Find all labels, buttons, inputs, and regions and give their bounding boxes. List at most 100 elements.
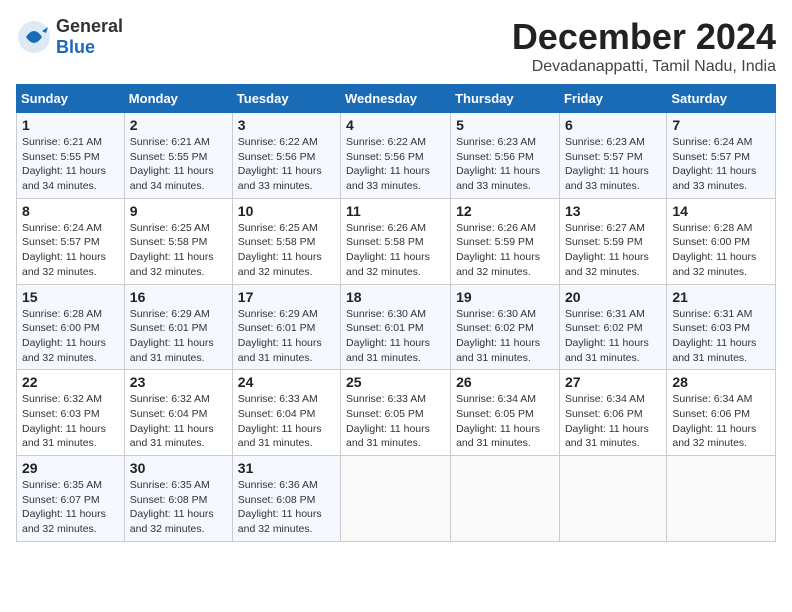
empty-cell xyxy=(667,456,776,542)
day-info-13: Sunrise: 6:27 AM Sunset: 5:59 PM Dayligh… xyxy=(565,221,661,280)
day-number-25: 25 xyxy=(346,374,445,390)
day-number-8: 8 xyxy=(22,203,119,219)
day-number-9: 9 xyxy=(130,203,227,219)
day-info-24: Sunrise: 6:33 AM Sunset: 6:04 PM Dayligh… xyxy=(238,392,335,451)
day-info-6: Sunrise: 6:23 AM Sunset: 5:57 PM Dayligh… xyxy=(565,135,661,194)
calendar-day-3: 3 Sunrise: 6:22 AM Sunset: 5:56 PM Daylig… xyxy=(232,113,340,199)
day-info-1: Sunrise: 6:21 AM Sunset: 5:55 PM Dayligh… xyxy=(22,135,119,194)
day-info-14: Sunrise: 6:28 AM Sunset: 6:00 PM Dayligh… xyxy=(672,221,770,280)
logo: General Blue xyxy=(16,16,123,58)
day-number-5: 5 xyxy=(456,117,554,133)
day-number-2: 2 xyxy=(130,117,227,133)
day-info-23: Sunrise: 6:32 AM Sunset: 6:04 PM Dayligh… xyxy=(130,392,227,451)
day-info-8: Sunrise: 6:24 AM Sunset: 5:57 PM Dayligh… xyxy=(22,221,119,280)
calendar-day-27: 27 Sunrise: 6:34 AM Sunset: 6:06 PM Dayli… xyxy=(559,370,666,456)
col-monday: Monday xyxy=(124,85,232,113)
day-info-12: Sunrise: 6:26 AM Sunset: 5:59 PM Dayligh… xyxy=(456,221,554,280)
day-number-4: 4 xyxy=(346,117,445,133)
calendar-day-23: 23Sunrise: 6:32 AM Sunset: 6:04 PM Dayli… xyxy=(124,370,232,456)
logo-general: General xyxy=(56,16,123,37)
day-info-22: Sunrise: 6:32 AM Sunset: 6:03 PM Dayligh… xyxy=(22,392,119,451)
calendar-day-8: 8 Sunrise: 6:24 AM Sunset: 5:57 PM Daylig… xyxy=(17,198,125,284)
day-number-15: 15 xyxy=(22,289,119,305)
day-number-1: 1 xyxy=(22,117,119,133)
day-info-25: Sunrise: 6:33 AM Sunset: 6:05 PM Dayligh… xyxy=(346,392,445,451)
logo-blue: Blue xyxy=(56,37,95,57)
day-info-9: Sunrise: 6:25 AM Sunset: 5:58 PM Dayligh… xyxy=(130,221,227,280)
calendar-week-5: 29Sunrise: 6:35 AM Sunset: 6:07 PM Dayli… xyxy=(17,456,776,542)
calendar-day-20: 20 Sunrise: 6:31 AM Sunset: 6:02 PM Dayli… xyxy=(559,284,666,370)
day-number-17: 17 xyxy=(238,289,335,305)
day-number-18: 18 xyxy=(346,289,445,305)
calendar-week-2: 8 Sunrise: 6:24 AM Sunset: 5:57 PM Daylig… xyxy=(17,198,776,284)
calendar-day-25: 25 Sunrise: 6:33 AM Sunset: 6:05 PM Dayli… xyxy=(341,370,451,456)
day-info-28: Sunrise: 6:34 AM Sunset: 6:06 PM Dayligh… xyxy=(672,392,770,451)
day-info-20: Sunrise: 6:31 AM Sunset: 6:02 PM Dayligh… xyxy=(565,307,661,366)
day-info-2: Sunrise: 6:21 AM Sunset: 5:55 PM Dayligh… xyxy=(130,135,227,194)
calendar-day-18: 18Sunrise: 6:30 AM Sunset: 6:01 PM Dayli… xyxy=(341,284,451,370)
day-info-10: Sunrise: 6:25 AM Sunset: 5:58 PM Dayligh… xyxy=(238,221,335,280)
calendar-day-7: 7Sunrise: 6:24 AM Sunset: 5:57 PM Daylig… xyxy=(667,113,776,199)
location-title: Devadanappatti, Tamil Nadu, India xyxy=(512,58,776,76)
calendar-day-29: 29Sunrise: 6:35 AM Sunset: 6:07 PM Dayli… xyxy=(17,456,125,542)
day-info-4: Sunrise: 6:22 AM Sunset: 5:56 PM Dayligh… xyxy=(346,135,445,194)
calendar-table: Sunday Monday Tuesday Wednesday Thursday… xyxy=(16,84,776,542)
day-info-27: Sunrise: 6:34 AM Sunset: 6:06 PM Dayligh… xyxy=(565,392,661,451)
day-number-3: 3 xyxy=(238,117,335,133)
day-number-6: 6 xyxy=(565,117,661,133)
calendar-week-3: 15 Sunrise: 6:28 AM Sunset: 6:00 PM Dayli… xyxy=(17,284,776,370)
empty-cell xyxy=(341,456,451,542)
day-info-15: Sunrise: 6:28 AM Sunset: 6:00 PM Dayligh… xyxy=(22,307,119,366)
calendar-week-1: 1 Sunrise: 6:21 AM Sunset: 5:55 PM Daylig… xyxy=(17,113,776,199)
calendar-day-2: 2 Sunrise: 6:21 AM Sunset: 5:55 PM Daylig… xyxy=(124,113,232,199)
calendar-day-30: 30Sunrise: 6:35 AM Sunset: 6:08 PM Dayli… xyxy=(124,456,232,542)
calendar-day-16: 16 Sunrise: 6:29 AM Sunset: 6:01 PM Dayli… xyxy=(124,284,232,370)
day-number-11: 11 xyxy=(346,203,445,219)
day-number-14: 14 xyxy=(672,203,770,219)
calendar-day-14: 14 Sunrise: 6:28 AM Sunset: 6:00 PM Dayli… xyxy=(667,198,776,284)
day-number-21: 21 xyxy=(672,289,770,305)
day-number-16: 16 xyxy=(130,289,227,305)
day-info-19: Sunrise: 6:30 AM Sunset: 6:02 PM Dayligh… xyxy=(456,307,554,366)
calendar-day-11: 11 Sunrise: 6:26 AM Sunset: 5:58 PM Dayli… xyxy=(341,198,451,284)
day-number-31: 31 xyxy=(238,460,335,476)
calendar-day-9: 9 Sunrise: 6:25 AM Sunset: 5:58 PM Daylig… xyxy=(124,198,232,284)
day-number-12: 12 xyxy=(456,203,554,219)
day-info-31: Sunrise: 6:36 AM Sunset: 6:08 PM Dayligh… xyxy=(238,478,335,537)
day-info-16: Sunrise: 6:29 AM Sunset: 6:01 PM Dayligh… xyxy=(130,307,227,366)
day-number-26: 26 xyxy=(456,374,554,390)
calendar-day-26: 26 Sunrise: 6:34 AM Sunset: 6:05 PM Dayli… xyxy=(451,370,560,456)
calendar-day-31: 31 Sunrise: 6:36 AM Sunset: 6:08 PM Dayli… xyxy=(232,456,340,542)
day-number-24: 24 xyxy=(238,374,335,390)
calendar-day-1: 1 Sunrise: 6:21 AM Sunset: 5:55 PM Daylig… xyxy=(17,113,125,199)
empty-cell xyxy=(451,456,560,542)
day-number-20: 20 xyxy=(565,289,661,305)
calendar-day-12: 12 Sunrise: 6:26 AM Sunset: 5:59 PM Dayli… xyxy=(451,198,560,284)
title-block: December 2024 Devadanappatti, Tamil Nadu… xyxy=(512,16,776,76)
day-number-29: 29 xyxy=(22,460,119,476)
day-number-27: 27 xyxy=(565,374,661,390)
day-number-13: 13 xyxy=(565,203,661,219)
logo-icon xyxy=(16,19,52,55)
day-info-26: Sunrise: 6:34 AM Sunset: 6:05 PM Dayligh… xyxy=(456,392,554,451)
day-number-30: 30 xyxy=(130,460,227,476)
calendar-day-17: 17Sunrise: 6:29 AM Sunset: 6:01 PM Dayli… xyxy=(232,284,340,370)
calendar-day-13: 13 Sunrise: 6:27 AM Sunset: 5:59 PM Dayli… xyxy=(559,198,666,284)
day-number-7: 7 xyxy=(672,117,770,133)
day-info-3: Sunrise: 6:22 AM Sunset: 5:56 PM Dayligh… xyxy=(238,135,335,194)
calendar-day-5: 5Sunrise: 6:23 AM Sunset: 5:56 PM Daylig… xyxy=(451,113,560,199)
day-info-11: Sunrise: 6:26 AM Sunset: 5:58 PM Dayligh… xyxy=(346,221,445,280)
day-number-22: 22 xyxy=(22,374,119,390)
calendar-day-22: 22 Sunrise: 6:32 AM Sunset: 6:03 PM Dayli… xyxy=(17,370,125,456)
calendar-day-6: 6 Sunrise: 6:23 AM Sunset: 5:57 PM Daylig… xyxy=(559,113,666,199)
calendar-day-4: 4 Sunrise: 6:22 AM Sunset: 5:56 PM Daylig… xyxy=(341,113,451,199)
calendar-header-row: Sunday Monday Tuesday Wednesday Thursday… xyxy=(17,85,776,113)
calendar-day-21: 21Sunrise: 6:31 AM Sunset: 6:03 PM Dayli… xyxy=(667,284,776,370)
day-number-10: 10 xyxy=(238,203,335,219)
calendar-day-10: 10 Sunrise: 6:25 AM Sunset: 5:58 PM Dayli… xyxy=(232,198,340,284)
calendar-day-24: 24 Sunrise: 6:33 AM Sunset: 6:04 PM Dayli… xyxy=(232,370,340,456)
month-title: December 2024 xyxy=(512,16,776,58)
calendar-day-19: 19Sunrise: 6:30 AM Sunset: 6:02 PM Dayli… xyxy=(451,284,560,370)
calendar-day-28: 28Sunrise: 6:34 AM Sunset: 6:06 PM Dayli… xyxy=(667,370,776,456)
col-saturday: Saturday xyxy=(667,85,776,113)
